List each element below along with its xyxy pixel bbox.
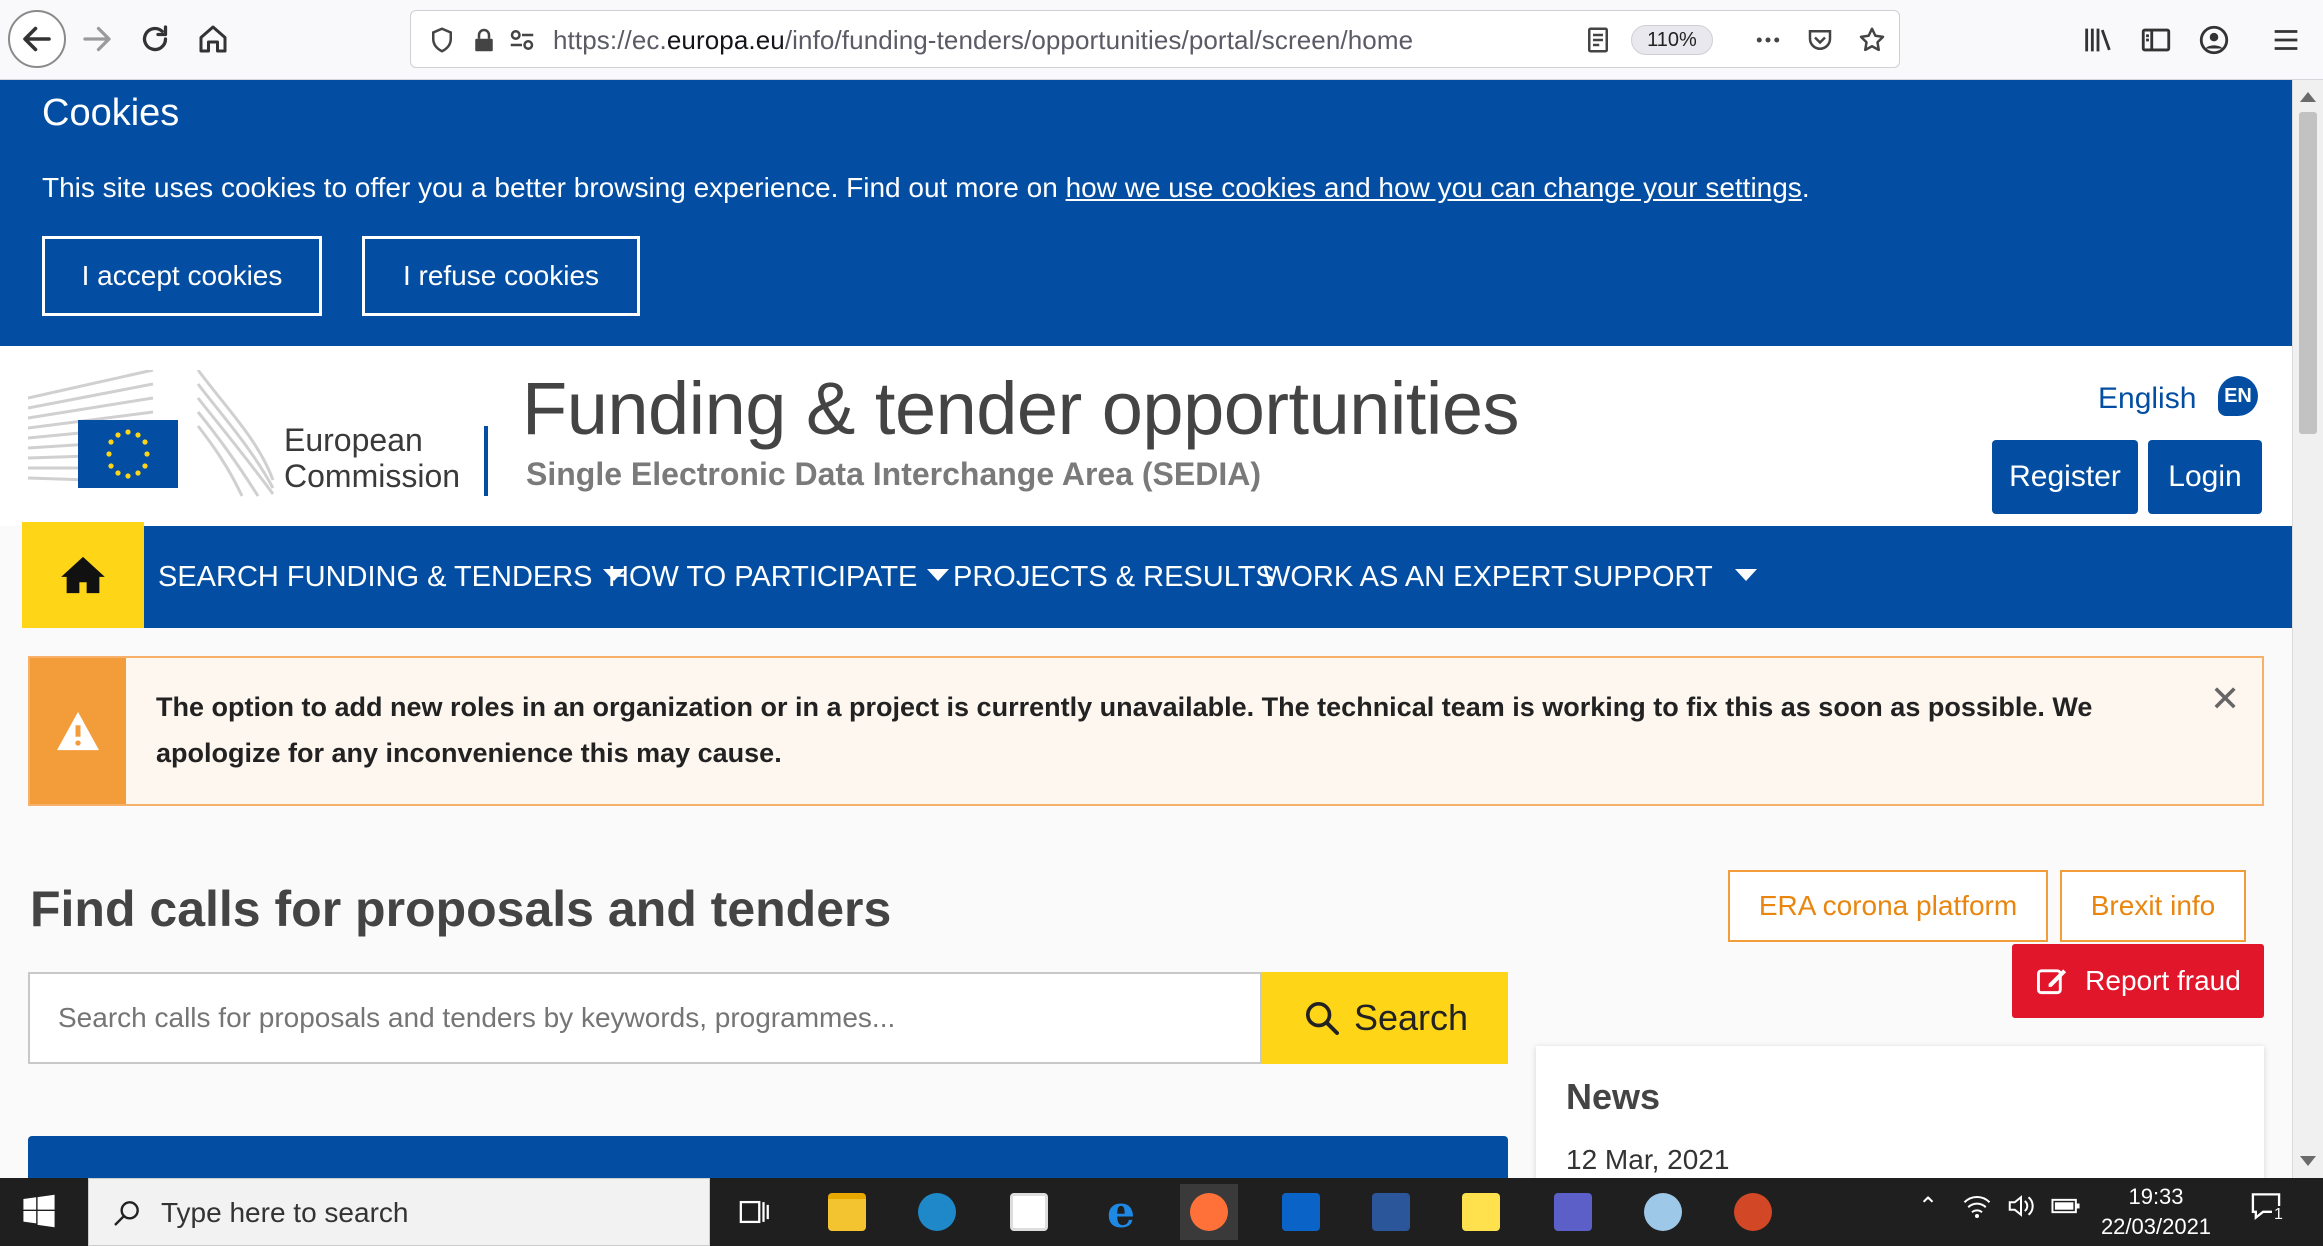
alert-message: The option to add new roles in an organi… bbox=[156, 692, 2093, 768]
find-calls-heading: Find calls for proposals and tenders bbox=[30, 881, 892, 937]
site-title[interactable]: Funding & tender opportunities bbox=[522, 366, 1520, 451]
edit-icon bbox=[2037, 969, 2067, 995]
era-corona-platform-link[interactable]: ERA corona platform bbox=[1728, 870, 2048, 942]
internet-explorer-icon[interactable]: e bbox=[1092, 1184, 1150, 1240]
scroll-down-icon[interactable] bbox=[2300, 1156, 2316, 1166]
accept-cookies-button[interactable]: I accept cookies bbox=[42, 236, 322, 316]
reload-button[interactable] bbox=[126, 10, 184, 68]
network-icon[interactable] bbox=[1962, 1192, 1992, 1227]
sidebar-icon[interactable] bbox=[2136, 20, 2176, 60]
cookie-policy-link[interactable]: how we use cookies and how you can chang… bbox=[1066, 172, 1802, 203]
permissions-icon[interactable] bbox=[505, 23, 539, 57]
taskbar-search-box[interactable]: Type here to search bbox=[88, 1178, 710, 1246]
close-icon[interactable]: ✕ bbox=[2210, 678, 2240, 720]
chevron-down-icon bbox=[927, 569, 950, 581]
warning-icon bbox=[57, 711, 99, 751]
scrollbar-thumb[interactable] bbox=[2299, 112, 2317, 434]
warning-icon-panel bbox=[30, 658, 126, 804]
volume-icon[interactable] bbox=[2006, 1192, 2036, 1227]
forward-arrow-icon bbox=[83, 26, 111, 52]
home-icon bbox=[199, 25, 227, 53]
warning-alert: The option to add new roles in an organi… bbox=[28, 656, 2264, 806]
windows-taskbar: Type here to search e ⌃ 19:33 22/03/2021 … bbox=[0, 1178, 2323, 1246]
shield-icon[interactable] bbox=[425, 23, 459, 57]
browser-toolbar: https://ec.europa.eu/info/funding-tender… bbox=[0, 0, 2323, 80]
zoom-level[interactable]: 110% bbox=[1631, 25, 1713, 55]
web-page: Cookies This site uses cookies to offer … bbox=[0, 80, 2292, 1178]
nav-home-button[interactable] bbox=[22, 522, 144, 628]
teams-icon[interactable] bbox=[1544, 1184, 1602, 1240]
site-header: European Commission Funding & tender oppo… bbox=[0, 346, 2292, 526]
news-date: 12 Mar, 2021 bbox=[1566, 1144, 1730, 1175]
more-actions-icon[interactable] bbox=[1751, 23, 1785, 57]
search-button[interactable]: Search bbox=[1262, 972, 1508, 1064]
forward-button[interactable] bbox=[68, 10, 126, 68]
edge-browser-icon[interactable] bbox=[908, 1184, 966, 1240]
outlook-icon[interactable] bbox=[1272, 1184, 1330, 1240]
powerpoint-icon[interactable] bbox=[1724, 1184, 1782, 1240]
ec-name: European Commission bbox=[284, 422, 461, 494]
back-button[interactable] bbox=[8, 10, 66, 68]
cookie-banner: Cookies This site uses cookies to offer … bbox=[0, 80, 2292, 346]
windows-start-icon[interactable] bbox=[22, 1194, 56, 1228]
news-card: News 12 Mar, 2021 bbox=[1536, 1046, 2264, 1178]
word-icon[interactable] bbox=[1362, 1184, 1420, 1240]
show-hidden-icons-icon[interactable]: ⌃ bbox=[1918, 1192, 1938, 1221]
taskbar-search-text: Type here to search bbox=[161, 1197, 409, 1228]
search-icon bbox=[1305, 1002, 1339, 1035]
bookmark-star-icon[interactable] bbox=[1855, 23, 1889, 57]
pocket-icon[interactable] bbox=[1803, 23, 1837, 57]
chevron-down-icon bbox=[1734, 569, 1757, 581]
header-divider bbox=[484, 426, 488, 496]
search-icon bbox=[114, 1201, 139, 1226]
scroll-up-icon[interactable] bbox=[2300, 92, 2316, 102]
login-button[interactable]: Login bbox=[2148, 440, 2262, 514]
url-text[interactable]: https://ec.europa.eu/info/funding-tender… bbox=[553, 25, 1413, 56]
menu-icon[interactable] bbox=[2266, 20, 2306, 60]
nav-work-as-expert[interactable]: WORK AS AN EXPERT bbox=[1263, 526, 1569, 628]
cookie-text: This site uses cookies to offer you a be… bbox=[42, 172, 1810, 203]
microsoft-store-icon[interactable] bbox=[1000, 1184, 1058, 1240]
register-button[interactable]: Register bbox=[1992, 440, 2138, 514]
site-subtitle: Single Electronic Data Interchange Area … bbox=[526, 456, 1261, 492]
report-fraud-button[interactable]: Report fraud bbox=[2012, 944, 2264, 1018]
notification-center-icon[interactable]: 1 bbox=[2248, 1190, 2285, 1229]
firefox-icon[interactable] bbox=[1180, 1184, 1238, 1240]
file-explorer-icon[interactable] bbox=[818, 1184, 876, 1240]
back-arrow-icon bbox=[23, 26, 51, 52]
battery-icon[interactable] bbox=[2050, 1192, 2082, 1227]
nav-projects-results[interactable]: PROJECTS & RESULTS bbox=[953, 526, 1275, 628]
news-heading: News bbox=[1566, 1076, 1661, 1117]
brexit-info-link[interactable]: Brexit info bbox=[2060, 870, 2246, 942]
notification-count: 1 bbox=[2272, 1206, 2285, 1224]
reload-icon bbox=[142, 25, 168, 52]
home-icon bbox=[61, 556, 105, 594]
ie-glyph: e bbox=[1107, 1186, 1135, 1238]
library-icon[interactable] bbox=[2078, 20, 2118, 60]
nav-how-to-participate[interactable]: HOW TO PARTICIPATE bbox=[608, 526, 950, 628]
results-panel-header bbox=[28, 1136, 1508, 1178]
task-view-icon[interactable] bbox=[726, 1184, 784, 1240]
cookie-title: Cookies bbox=[42, 92, 180, 134]
refuse-cookies-button[interactable]: I refuse cookies bbox=[362, 236, 640, 316]
paint-icon[interactable] bbox=[1634, 1184, 1692, 1240]
nav-support[interactable]: SUPPORT bbox=[1573, 526, 1757, 628]
sticky-notes-icon[interactable] bbox=[1452, 1184, 1510, 1240]
nav-search-funding[interactable]: SEARCH FUNDING & TENDERS bbox=[158, 526, 625, 628]
language-code-badge[interactable]: EN bbox=[2218, 376, 2258, 416]
page-scrollbar[interactable] bbox=[2292, 80, 2323, 1178]
reader-view-icon[interactable] bbox=[1581, 23, 1615, 57]
taskbar-clock[interactable]: 19:33 22/03/2021 bbox=[2096, 1182, 2216, 1242]
search-input[interactable] bbox=[28, 972, 1262, 1064]
home-button[interactable] bbox=[184, 10, 242, 68]
main-navigation: SEARCH FUNDING & TENDERS HOW TO PARTICIP… bbox=[22, 522, 2292, 628]
account-icon[interactable] bbox=[2194, 20, 2234, 60]
address-bar[interactable]: https://ec.europa.eu/info/funding-tender… bbox=[410, 10, 1900, 68]
lock-icon[interactable] bbox=[467, 23, 501, 57]
language-selector[interactable]: English bbox=[2098, 382, 2196, 416]
